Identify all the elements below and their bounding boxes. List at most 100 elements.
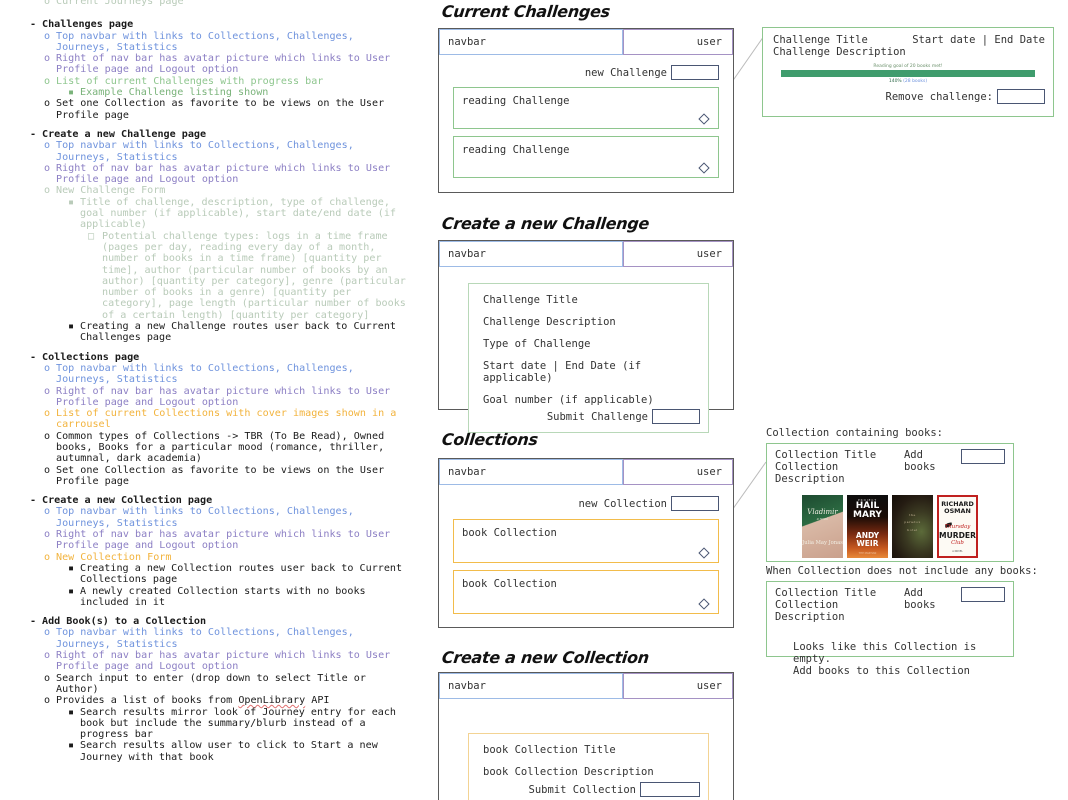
- submit-collection-field: Submit Collection: [483, 782, 708, 797]
- outline-item: ▪ A newly created Collection starts with …: [10, 586, 412, 609]
- form-field-label: book Collection Title: [483, 744, 616, 756]
- new-challenge-input[interactable]: [671, 65, 719, 80]
- remove-challenge-label: Remove challenge:: [885, 90, 993, 103]
- outline-item-text: New Collection Form: [56, 551, 172, 563]
- bullet: o: [44, 53, 51, 65]
- favorite-diamond-icon[interactable]: [698, 162, 710, 174]
- collection-title: Collection Title: [775, 449, 877, 461]
- form-field-label: Type of Challenge: [483, 338, 591, 350]
- challenge-detail-description: Challenge Description: [773, 46, 906, 58]
- outline-item: o Right of nav bar has avatar picture whi…: [10, 163, 412, 186]
- wireframe-panel: Current Challenges navbar user new Chall…: [418, 0, 1068, 800]
- bullet: o: [44, 529, 51, 541]
- collection-card-1[interactable]: book Collection: [453, 519, 719, 563]
- bullet: -: [30, 351, 37, 363]
- new-challenge-field: new Challenge: [453, 65, 719, 80]
- progress-bar-track: [781, 70, 1035, 77]
- add-books-input[interactable]: [960, 587, 1005, 602]
- user-label: user: [696, 248, 722, 260]
- new-collection-label: new Collection: [578, 497, 667, 510]
- challenge-card-2[interactable]: reading Challenge: [453, 136, 719, 178]
- outline-item: o New Challenge Form: [10, 185, 412, 196]
- navbar-row: navbar user: [439, 673, 733, 699]
- book-cover-project-hail-mary[interactable]: PROJECT HAIL MARY ANDY WEIR THE MARTIAN: [847, 495, 888, 558]
- page-root: o Current Journeys page - Challenges page o T…: [0, 0, 1068, 800]
- navbar-user[interactable]: user: [623, 673, 733, 699]
- progress-bar-fill: [781, 70, 1035, 77]
- outline-item: o List of current Challenges with progres…: [10, 76, 412, 87]
- collection-detail-head: Collection Title Collection Description …: [767, 444, 1013, 485]
- navbar-user[interactable]: user: [623, 241, 733, 267]
- clipped-top-line: o Current Journeys page: [10, 0, 412, 7]
- book-cover-dark-portrait[interactable]: the paradox hotel: [892, 495, 933, 558]
- bullet: □: [88, 230, 95, 242]
- bullet: o: [44, 408, 51, 420]
- navbar-label: navbar: [448, 248, 486, 260]
- bullet: ▪: [68, 196, 75, 208]
- outline-item: o Right of nav bar has avatar picture whi…: [10, 529, 412, 552]
- book-cover-thursday-murder-club[interactable]: RICHARD OSMAN Thursday MURDER Club A NOVE…: [937, 495, 978, 558]
- page-scrollbar[interactable]: [1063, 0, 1068, 800]
- navbar-user[interactable]: user: [623, 29, 733, 55]
- section-title-create-collection: Create a new Collection: [441, 648, 650, 667]
- form-field-label: Challenge Title: [483, 294, 578, 306]
- cover-author: ANDY WEIR: [855, 531, 880, 548]
- navbar-left[interactable]: navbar: [439, 241, 623, 267]
- book-cover-carousel[interactable]: Vladimir a novel Julia May Jonas PROJECT…: [767, 495, 1013, 558]
- navbar-left[interactable]: navbar: [439, 29, 623, 55]
- new-collection-input[interactable]: [671, 496, 719, 511]
- outline-item: □ Potential challenge types: logs in a ti…: [10, 231, 412, 321]
- remove-challenge-input[interactable]: [997, 89, 1045, 104]
- add-books-label: Add books: [903, 449, 936, 473]
- outline-item: o Provides a list of books from OpenLibra…: [10, 695, 412, 706]
- navbar-row: navbar user: [439, 29, 733, 55]
- outline-item-text: Right of nav bar has avatar picture whic…: [56, 53, 397, 76]
- add-books-label: Add books: [903, 587, 936, 611]
- navbar-left[interactable]: navbar: [439, 673, 623, 699]
- cover-line-3: hotel: [907, 528, 918, 532]
- bullet: ▪: [68, 585, 75, 597]
- new-collection-field: new Collection: [453, 496, 719, 511]
- collection-detail-titles: Collection Title Collection Description: [775, 449, 904, 485]
- cover-line-1: the: [909, 513, 916, 517]
- outline-heading: - Create a new Collection page: [30, 495, 213, 507]
- misspelling-marker: OpenLibrary: [238, 695, 306, 707]
- outline-item: o Right of nav bar has avatar picture whi…: [10, 386, 412, 409]
- bullet: o: [44, 430, 51, 442]
- outline-item-text: List of current Collections with cover i…: [56, 408, 403, 431]
- cover-author: RICHARD OSMAN: [941, 500, 974, 516]
- favorite-diamond-icon[interactable]: [698, 598, 710, 610]
- bullet: ▪: [68, 562, 75, 574]
- navbar-left[interactable]: navbar: [439, 459, 623, 485]
- outline-heading: - Collections page: [30, 351, 140, 363]
- navbar-user[interactable]: user: [623, 459, 733, 485]
- progress-percent-row: 140% (28 books): [763, 79, 1053, 84]
- progress-percent: 140%: [888, 79, 902, 84]
- outline-item-text: Search results allow user to click to St…: [80, 740, 384, 763]
- add-books-input[interactable]: [960, 449, 1005, 464]
- favorite-diamond-icon[interactable]: [698, 113, 710, 125]
- outline-item: o Right of nav bar has avatar picture whi…: [10, 650, 412, 673]
- outline-item: o Top navbar with links to Collections, C…: [10, 627, 412, 650]
- bullet: ▪: [68, 87, 75, 99]
- outline-item-text: New Challenge Form: [56, 185, 166, 197]
- bullet: o: [44, 185, 51, 197]
- add-books-field: Add books: [904, 449, 1005, 485]
- outline-item-text: Right of nav bar has avatar picture whic…: [56, 650, 397, 673]
- collection-empty-titles: Collection Title Collection Description: [775, 587, 904, 623]
- new-challenge-form: Challenge Title Challenge Description Ty…: [468, 283, 709, 433]
- challenge-detail-title: Challenge Title: [773, 34, 868, 46]
- submit-challenge-button[interactable]: [652, 409, 700, 424]
- favorite-diamond-icon[interactable]: [698, 547, 710, 559]
- collection-card-2[interactable]: book Collection: [453, 570, 719, 614]
- collection-description: Collection Description: [775, 599, 845, 623]
- submit-collection-button[interactable]: [640, 782, 700, 797]
- outline-item: o New Collection Form: [10, 552, 412, 563]
- user-label: user: [696, 36, 722, 48]
- mock-collections: navbar user new Collection book Collecti…: [438, 458, 734, 628]
- section-title-collections: Collections: [441, 430, 539, 449]
- challenge-card-1[interactable]: reading Challenge: [453, 87, 719, 129]
- book-cover-vladimir[interactable]: Vladimir a novel Julia May Jonas: [802, 495, 843, 558]
